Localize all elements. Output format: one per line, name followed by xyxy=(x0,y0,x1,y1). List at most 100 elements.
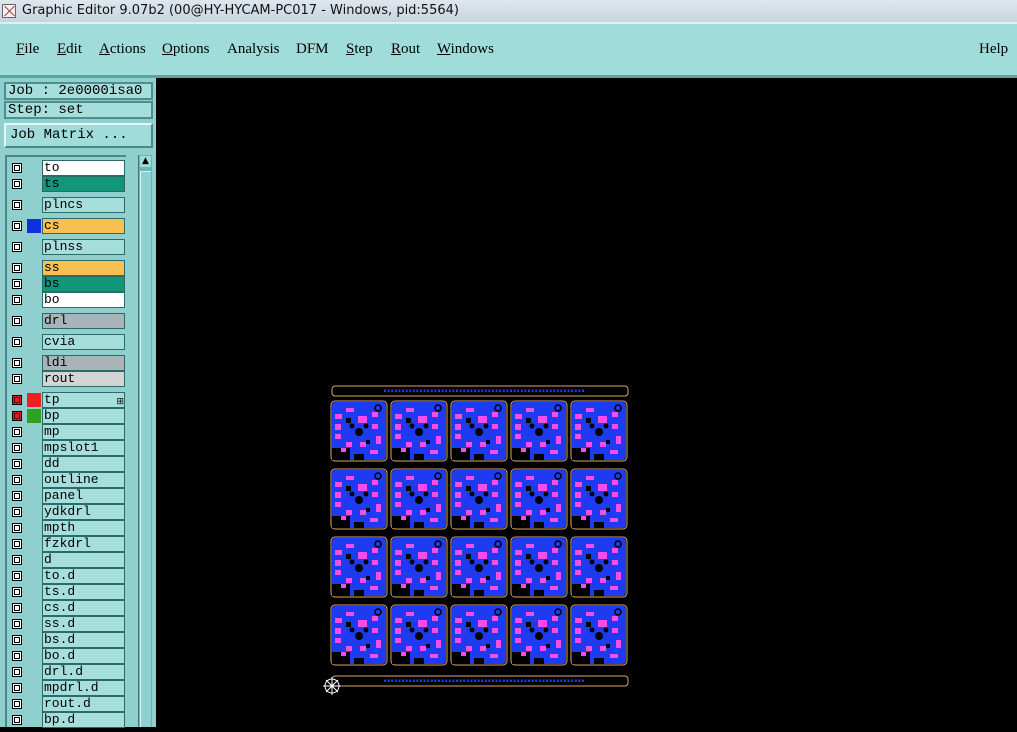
layer-row[interactable]: to.d xyxy=(7,568,126,584)
layer-row[interactable]: outline xyxy=(7,472,126,488)
layer-name[interactable]: outline xyxy=(42,472,125,488)
layer-checkbox[interactable] xyxy=(12,316,22,326)
layer-scrollbar[interactable]: ▲ xyxy=(138,155,152,727)
menu-edit[interactable]: Edit xyxy=(57,41,82,58)
layer-row[interactable]: bp.d xyxy=(7,712,126,728)
layer-row[interactable]: tp ⊞ xyxy=(7,392,126,408)
layer-name[interactable]: mpth xyxy=(42,520,125,536)
layer-checkbox[interactable] xyxy=(12,475,22,485)
layer-checkbox[interactable] xyxy=(12,411,22,421)
layer-checkbox[interactable] xyxy=(12,179,22,189)
layer-name[interactable]: ts xyxy=(42,176,125,192)
layer-checkbox[interactable] xyxy=(12,507,22,517)
layer-checkbox[interactable] xyxy=(12,683,22,693)
menu-help[interactable]: Help xyxy=(979,41,1008,58)
layer-row[interactable]: mp xyxy=(7,424,126,440)
layer-row[interactable]: ts xyxy=(7,176,126,192)
layer-row[interactable]: to xyxy=(7,160,126,176)
layer-name[interactable]: to xyxy=(42,160,125,176)
layer-row[interactable]: panel xyxy=(7,488,126,504)
layer-row[interactable]: ydkdrl xyxy=(7,504,126,520)
layer-name[interactable]: ss.d xyxy=(42,616,125,632)
layer-checkbox[interactable] xyxy=(12,279,22,289)
layer-row[interactable]: ldi xyxy=(7,355,126,371)
layer-checkbox[interactable] xyxy=(12,358,22,368)
layer-checkbox[interactable] xyxy=(12,571,22,581)
layer-name[interactable]: bs xyxy=(42,276,125,292)
layer-name[interactable]: rout xyxy=(42,371,125,387)
layer-checkbox[interactable] xyxy=(12,539,22,549)
menu-analysis[interactable]: Analysis xyxy=(227,41,280,58)
menu-options[interactable]: Options xyxy=(162,41,210,58)
layer-color-swatch[interactable] xyxy=(27,393,41,407)
layer-name[interactable]: bs.d xyxy=(42,632,125,648)
menu-step[interactable]: Step xyxy=(346,41,373,58)
layer-row[interactable]: mpdrl.d xyxy=(7,680,126,696)
layer-checkbox[interactable] xyxy=(12,699,22,709)
layer-row[interactable]: ss.d xyxy=(7,616,126,632)
layer-name[interactable]: d xyxy=(42,552,125,568)
layer-name[interactable]: mp xyxy=(42,424,125,440)
layer-checkbox[interactable] xyxy=(12,635,22,645)
layer-row[interactable]: d xyxy=(7,552,126,568)
layer-name[interactable]: rout.d xyxy=(42,696,125,712)
layer-name[interactable]: drl.d xyxy=(42,664,125,680)
layer-row[interactable]: dd xyxy=(7,456,126,472)
layer-checkbox[interactable] xyxy=(12,619,22,629)
layer-row[interactable]: cs xyxy=(7,218,126,234)
layer-row[interactable]: cs.d xyxy=(7,600,126,616)
menu-actions[interactable]: Actions xyxy=(99,41,146,58)
layer-name[interactable]: to.d xyxy=(42,568,125,584)
layer-name[interactable]: fzkdrl xyxy=(42,536,125,552)
layer-row[interactable]: ts.d xyxy=(7,584,126,600)
layer-name[interactable]: cs.d xyxy=(42,600,125,616)
menu-rout[interactable]: Rout xyxy=(391,41,420,58)
layer-checkbox[interactable] xyxy=(12,667,22,677)
layer-row[interactable]: bo xyxy=(7,292,126,308)
layer-name[interactable]: mpdrl.d xyxy=(42,680,125,696)
layer-checkbox[interactable] xyxy=(12,427,22,437)
layer-checkbox[interactable] xyxy=(12,337,22,347)
layer-checkbox[interactable] xyxy=(12,651,22,661)
layer-name[interactable]: ydkdrl xyxy=(42,504,125,520)
layer-name[interactable]: ldi xyxy=(42,355,125,371)
layer-name[interactable]: plnss xyxy=(42,239,125,255)
layer-name[interactable]: bp xyxy=(42,408,125,424)
layer-name[interactable]: tp ⊞ xyxy=(42,392,125,408)
layer-checkbox[interactable] xyxy=(12,491,22,501)
layer-checkbox[interactable] xyxy=(12,523,22,533)
layer-row[interactable]: ss xyxy=(7,260,126,276)
layer-checkbox[interactable] xyxy=(12,459,22,469)
layer-name[interactable]: mpslot1 xyxy=(42,440,125,456)
layer-checkbox[interactable] xyxy=(12,587,22,597)
scroll-thumb[interactable] xyxy=(140,171,151,727)
layer-row[interactable]: bp xyxy=(7,408,126,424)
menu-dfm[interactable]: DFM xyxy=(296,41,329,58)
layer-row[interactable]: mpslot1 xyxy=(7,440,126,456)
layer-color-swatch[interactable] xyxy=(27,409,41,423)
layer-row[interactable]: rout.d xyxy=(7,696,126,712)
scroll-up-icon[interactable]: ▲ xyxy=(140,156,151,167)
layer-row[interactable]: plncs xyxy=(7,197,126,213)
layer-row[interactable]: bs xyxy=(7,276,126,292)
layer-row[interactable]: rout xyxy=(7,371,126,387)
layer-row[interactable]: drl.d xyxy=(7,664,126,680)
layer-name[interactable]: bo xyxy=(42,292,125,308)
layer-row[interactable]: bo.d xyxy=(7,648,126,664)
layer-name[interactable]: drl xyxy=(42,313,125,329)
menu-file[interactable]: File xyxy=(16,41,39,58)
job-matrix-button[interactable]: Job Matrix ... xyxy=(4,123,153,148)
layer-row[interactable]: cvia xyxy=(7,334,126,350)
layer-checkbox[interactable] xyxy=(12,295,22,305)
layer-name[interactable]: bp.d xyxy=(42,712,125,728)
layer-name[interactable]: ss xyxy=(42,260,125,276)
layer-name[interactable]: ts.d xyxy=(42,584,125,600)
layer-checkbox[interactable] xyxy=(12,603,22,613)
layer-name[interactable]: plncs xyxy=(42,197,125,213)
layer-name[interactable]: cvia xyxy=(42,334,125,350)
layer-checkbox[interactable] xyxy=(12,555,22,565)
layer-checkbox[interactable] xyxy=(12,200,22,210)
menu-windows[interactable]: Windows xyxy=(437,41,494,58)
layer-checkbox[interactable] xyxy=(12,715,22,725)
layer-row[interactable]: plnss xyxy=(7,239,126,255)
